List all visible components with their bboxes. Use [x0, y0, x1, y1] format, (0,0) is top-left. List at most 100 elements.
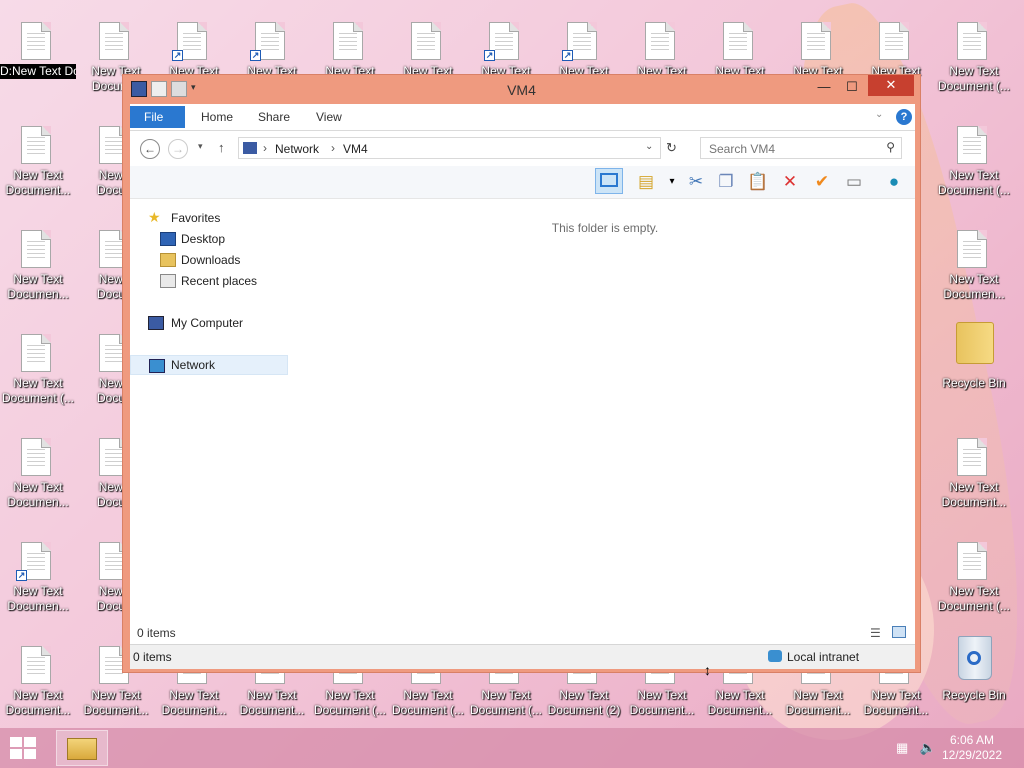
text-document-icon [957, 542, 987, 580]
delete-icon[interactable]: ✕ [778, 170, 802, 194]
star-icon: ★ [148, 209, 161, 225]
search-input[interactable] [707, 141, 881, 157]
network-icon [243, 142, 257, 154]
desktop-icon-label: New Text Document... [161, 688, 227, 717]
desktop-icon-label: New Text Document (... [937, 584, 1011, 613]
preview-pane-button[interactable] [595, 168, 623, 194]
desktop-icon-text-document[interactable]: New Text Document (... [936, 10, 1012, 110]
desktop-icon-label: New Text Document... [629, 688, 695, 717]
desktop-icon-text-document[interactable]: New Text Document... [936, 426, 1012, 526]
address-bar[interactable]: › Network › VM4 ⌄ [238, 137, 661, 159]
back-button[interactable]: ← [140, 139, 160, 159]
details-view-icon[interactable]: ☰ [870, 626, 881, 640]
title-bar[interactable]: ▾ VM4 — ☐ ✕ [123, 75, 920, 103]
nav-recent-places[interactable]: Recent places [130, 271, 288, 291]
desktop-icon-label: New Text Document... [83, 688, 149, 717]
explorer-window[interactable]: ▾ VM4 — ☐ ✕ File Home Share View ⌄ ? ← →… [122, 74, 921, 673]
chevron-down-icon[interactable]: ⌄ [875, 109, 883, 120]
chevron-down-icon[interactable]: ⌄ [645, 141, 653, 152]
nav-downloads-label: Downloads [181, 253, 241, 267]
desktop-icon-recycle-bin[interactable]: Recycle Bin [936, 634, 1012, 734]
globe-icon[interactable]: ● [882, 170, 906, 194]
nav-network[interactable]: Network [130, 355, 288, 375]
tab-view[interactable]: View [302, 106, 356, 128]
desktop-icon-label: New Text Document... [239, 688, 305, 717]
empty-folder-message: This folder is empty. [551, 221, 659, 235]
text-document-icon [957, 126, 987, 164]
desktop-icon-text-document[interactable]: New Text Document (... [936, 114, 1012, 214]
desktop-icon-label: New Text Documen... [7, 480, 69, 509]
desktop-icon-text-document[interactable]: New Text Documen... [0, 218, 76, 318]
properties-icon[interactable]: ▤ [634, 170, 658, 194]
large-icons-view-icon[interactable] [892, 626, 906, 638]
window-body: File Home Share View ⌄ ? ← → ▾ ↑ › Netwo… [130, 104, 915, 669]
desktop-icon-text-document[interactable]: ↗ New Text Documen... [0, 530, 76, 630]
intranet-icon [768, 650, 782, 662]
desktop-icon-folder[interactable]: Recycle Bin [936, 322, 1012, 422]
maximize-button[interactable]: ☐ [840, 77, 864, 97]
taskbar-file-explorer[interactable] [56, 730, 108, 766]
desktop-icon-label: New Text Document (... [937, 64, 1011, 93]
desktop-icon-label: New Text Document (... [391, 688, 465, 717]
copy-icon[interactable]: ❐ [714, 170, 738, 194]
text-document-icon [21, 230, 51, 268]
search-box[interactable]: ⚲ [700, 137, 902, 159]
text-document-icon [957, 22, 987, 60]
paste-icon[interactable]: 📋 [746, 170, 770, 194]
desktop-icon-text-document[interactable]: New Text Documen... [936, 218, 1012, 318]
text-document-icon [957, 438, 987, 476]
text-document-icon [21, 126, 51, 164]
search-icon[interactable]: ⚲ [886, 140, 895, 154]
recent-places-icon [160, 274, 176, 288]
network-icon [149, 359, 165, 373]
file-list-area[interactable]: This folder is empty. [295, 198, 915, 633]
breadcrumb-vm4[interactable]: VM4 [343, 142, 368, 156]
desktop-icon-label: New Text Document... [863, 688, 929, 717]
tab-share[interactable]: Share [244, 106, 304, 128]
volume-icon[interactable]: 🔈 [920, 740, 936, 755]
desktop-icon-text-document[interactable]: New Text Document... [0, 114, 76, 214]
desktop-icon-text-document[interactable]: New Text Document (... [936, 530, 1012, 630]
network-tray-icon[interactable]: ▦ [896, 740, 908, 755]
text-document-icon [879, 22, 909, 60]
cut-icon[interactable]: ✂ [684, 170, 708, 194]
chevron-right-icon[interactable]: › [263, 141, 267, 155]
chevron-right-icon[interactable]: › [331, 141, 335, 155]
rename-icon[interactable]: ▭ [842, 170, 866, 194]
help-icon[interactable]: ? [896, 109, 912, 125]
desktop-icon-text-document[interactable]: New Text Document (... [0, 322, 76, 422]
desktop-icon-text-document[interactable]: New Text Documen... [0, 426, 76, 526]
shortcut-arrow-icon: ↗ [172, 50, 183, 61]
recent-locations-button[interactable]: ▾ [198, 141, 203, 152]
tab-home[interactable]: Home [187, 106, 247, 128]
nav-favorites[interactable]: ★ Favorites [130, 208, 288, 228]
forward-button[interactable]: → [168, 139, 188, 159]
desktop-icon-text-document[interactable]: D:New Text Document... [0, 10, 76, 110]
nav-desktop[interactable]: Desktop [130, 229, 288, 249]
clock-date: 12/29/2022 [941, 748, 1002, 762]
text-document-icon [21, 22, 51, 60]
nav-recent-label: Recent places [181, 274, 258, 288]
desktop-icon-label: Recycle Bin [942, 376, 1006, 390]
desktop-icon-label: New Text Document... [5, 688, 71, 717]
nav-favorites-label: Favorites [171, 211, 221, 225]
minimize-button[interactable]: — [812, 77, 836, 97]
status-items: 0 items [133, 650, 172, 664]
folder-icon [67, 738, 97, 760]
clock[interactable]: 6:06 AM 12/29/2022 [942, 733, 1002, 763]
close-button[interactable]: ✕ [868, 75, 914, 96]
start-button[interactable] [10, 737, 38, 761]
breadcrumb-network[interactable]: Network [275, 142, 319, 156]
desktop-icon-label: Recycle Bin [942, 688, 1006, 702]
up-button[interactable]: ↑ [218, 140, 225, 155]
desktop-icon-label: New Text Document (... [469, 688, 543, 717]
desktop-icon-label: New Text Document... [707, 688, 773, 717]
text-document-icon [21, 646, 51, 684]
desktop-icon-text-document[interactable]: New Text Document... [0, 634, 76, 734]
refresh-button[interactable]: ↻ [666, 140, 677, 156]
checkmark-icon[interactable]: ✔ [810, 170, 834, 194]
nav-downloads[interactable]: Downloads [130, 250, 288, 270]
nav-my-computer[interactable]: My Computer [130, 313, 288, 333]
tab-file[interactable]: File [130, 106, 185, 128]
chevron-down-icon[interactable]: ▾ [660, 170, 684, 194]
